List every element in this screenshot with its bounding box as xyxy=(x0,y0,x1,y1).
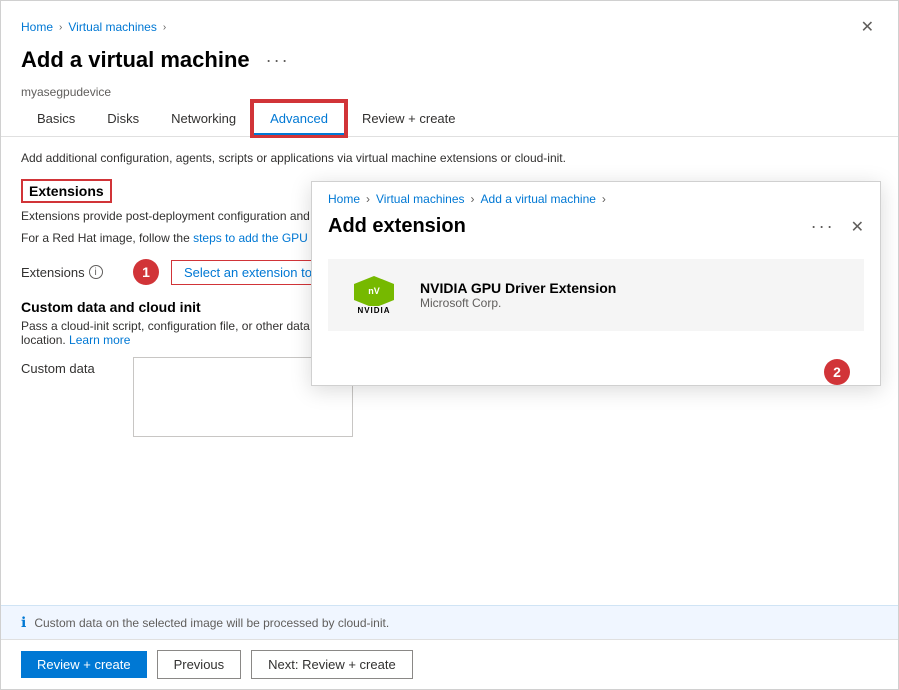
tab-disks[interactable]: Disks xyxy=(91,101,155,136)
page-header: Add a virtual machine ··· xyxy=(1,41,898,85)
main-window: Home › Virtual machines › ✕ Add a virtua… xyxy=(0,0,899,690)
info-bar-text: Custom data on the selected image will b… xyxy=(34,616,389,630)
overlay-breadcrumb-home[interactable]: Home xyxy=(328,192,360,206)
info-bar-icon: ℹ xyxy=(21,614,26,631)
overlay-panel: Home › Virtual machines › Add a virtual … xyxy=(311,181,881,386)
overlay-breadcrumb-vms[interactable]: Virtual machines xyxy=(376,192,465,206)
nvidia-logo: nV NVIDIA xyxy=(344,273,404,317)
extension-name: NVIDIA GPU Driver Extension xyxy=(420,280,616,296)
step1-badge: 1 xyxy=(133,259,159,285)
svg-text:nV: nV xyxy=(368,286,380,296)
tab-advanced[interactable]: Advanced xyxy=(252,101,346,136)
next-button[interactable]: Next: Review + create xyxy=(251,650,413,679)
nvidia-text: NVIDIA xyxy=(357,306,390,315)
breadcrumb-vms[interactable]: Virtual machines xyxy=(68,20,157,34)
page-subtitle: myasegpudevice xyxy=(1,85,898,101)
info-bar: ℹ Custom data on the selected image will… xyxy=(1,605,898,639)
breadcrumb-sep2: › xyxy=(163,22,166,33)
footer: Review + create Previous Next: Review + … xyxy=(1,639,898,689)
extensions-field-label: Extensions i xyxy=(21,265,121,280)
top-bar: Home › Virtual machines › ✕ xyxy=(1,1,898,41)
extension-company: Microsoft Corp. xyxy=(420,296,616,310)
breadcrumb: Home › Virtual machines › xyxy=(21,20,166,34)
advanced-description: Add additional configuration, agents, sc… xyxy=(21,151,878,165)
review-create-button[interactable]: Review + create xyxy=(21,651,147,678)
overlay-title: Add extension xyxy=(328,215,466,238)
gpu-info-text-before: For a Red Hat image, follow the xyxy=(21,231,190,245)
tab-basics[interactable]: Basics xyxy=(21,101,91,136)
nvidia-icon: nV xyxy=(354,276,394,306)
extensions-section-label: Extensions xyxy=(21,179,112,203)
breadcrumb-home[interactable]: Home xyxy=(21,20,53,34)
overlay-actions: ··· ✕ xyxy=(805,214,864,239)
page-ellipsis-button[interactable]: ··· xyxy=(260,48,296,73)
learn-more-link[interactable]: Learn more xyxy=(69,333,130,347)
overlay-breadcrumb-add-vm[interactable]: Add a virtual machine xyxy=(481,192,596,206)
overlay-ellipsis-button[interactable]: ··· xyxy=(805,214,841,239)
breadcrumb-sep1: › xyxy=(59,22,62,33)
previous-button[interactable]: Previous xyxy=(157,650,242,679)
tabs-bar: Basics Disks Networking Advanced Review … xyxy=(1,101,898,137)
overlay-close-button[interactable]: ✕ xyxy=(851,217,864,237)
step2-badge: 2 xyxy=(824,359,850,385)
tab-review[interactable]: Review + create xyxy=(346,101,472,136)
step2-container: 2 xyxy=(312,355,880,385)
tab-networking[interactable]: Networking xyxy=(155,101,252,136)
overlay-breadcrumb: Home › Virtual machines › Add a virtual … xyxy=(312,182,880,206)
page-title: Add a virtual machine xyxy=(21,47,250,73)
custom-data-label: Custom data xyxy=(21,357,121,376)
close-button[interactable]: ✕ xyxy=(857,13,878,41)
extension-info: NVIDIA GPU Driver Extension Microsoft Co… xyxy=(420,280,616,310)
extension-item[interactable]: nV NVIDIA NVIDIA GPU Driver Extension Mi… xyxy=(328,259,864,331)
extensions-info-icon[interactable]: i xyxy=(89,265,103,279)
overlay-header: Add extension ··· ✕ xyxy=(312,206,880,251)
